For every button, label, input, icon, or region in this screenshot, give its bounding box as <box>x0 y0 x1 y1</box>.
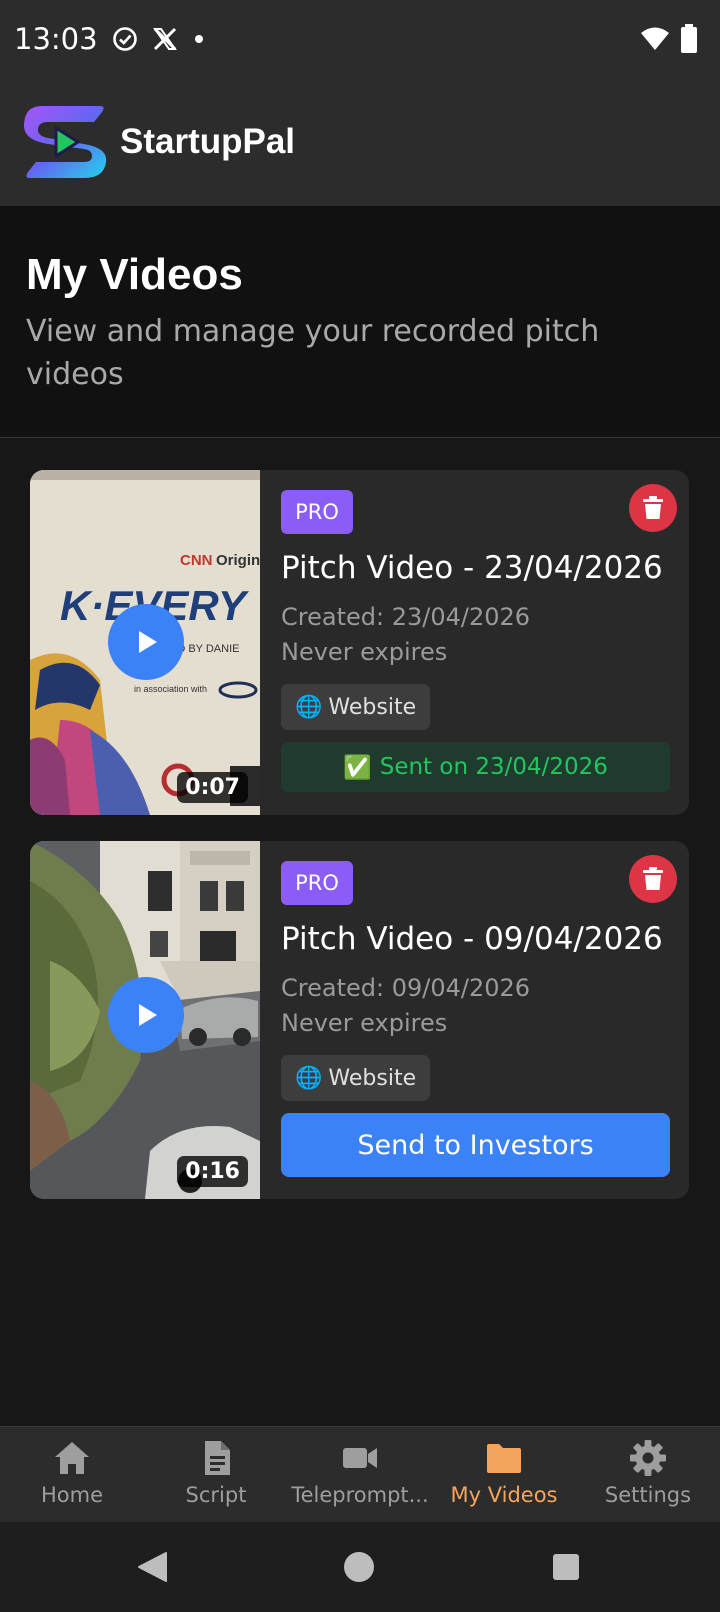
gear-icon <box>630 1440 666 1476</box>
dot-icon <box>195 35 203 43</box>
sent-status: ✅ Sent on 23/04/2026 <box>281 742 670 792</box>
svg-text:Origin: Origin <box>216 552 260 569</box>
globe-icon: 🌐 <box>295 1065 323 1091</box>
nav-item-script[interactable]: Script <box>144 1427 288 1522</box>
play-icon <box>139 631 157 653</box>
created-date: Created: 23/04/2026 <box>281 603 531 631</box>
video-title[interactable]: Pitch Video - 23/04/2026 <box>281 550 663 586</box>
card-body: PRO Pitch Video - 09/04/2026 Created: 09… <box>281 841 689 1199</box>
nav-label: Home <box>40 1483 103 1507</box>
delete-button[interactable] <box>629 855 677 903</box>
nav-item-my-videos[interactable]: My Videos <box>432 1427 576 1522</box>
video-thumbnail[interactable]: CNN Origin K·EVERY ED BY DANIE in associ… <box>30 470 260 815</box>
expiry-status: Never expires <box>281 1009 448 1037</box>
video-card: CNN Origin K·EVERY ED BY DANIE in associ… <box>30 470 689 815</box>
play-button[interactable] <box>108 977 184 1053</box>
home-icon <box>55 1442 89 1474</box>
pro-badge: PRO <box>281 861 353 905</box>
x-logo-icon <box>153 27 177 51</box>
play-button[interactable] <box>108 604 184 680</box>
svg-text:CNN: CNN <box>180 552 213 569</box>
app-header: StartupPal <box>0 84 720 206</box>
source-chip: 🌐 Website <box>281 1055 431 1101</box>
nav-label: Teleprompt... <box>291 1483 429 1507</box>
home-circle-icon[interactable] <box>343 1551 375 1583</box>
folder-icon <box>487 1444 521 1473</box>
status-icons-right <box>640 24 698 54</box>
video-thumbnail[interactable]: 0:16 <box>30 841 260 1199</box>
video-card: 0:16 PRO Pitch Video - 09/04/2026 Create… <box>30 841 689 1199</box>
page-header: My Videos View and manage your recorded … <box>0 206 720 438</box>
source-label: Website <box>328 1065 417 1091</box>
battery-icon <box>681 24 697 53</box>
card-body: PRO Pitch Video - 23/04/2026 Created: 23… <box>281 470 689 815</box>
status-bar: 13:03 <box>0 0 720 84</box>
video-camera-icon <box>343 1448 377 1468</box>
play-icon <box>139 1004 157 1026</box>
nav-label: Settings <box>604 1483 692 1507</box>
video-title[interactable]: Pitch Video - 09/04/2026 <box>281 921 663 957</box>
created-date: Created: 09/04/2026 <box>281 974 531 1002</box>
send-to-investors-button[interactable]: Send to Investors <box>281 1113 670 1177</box>
svg-text:in association with: in association with <box>134 684 207 694</box>
document-icon <box>205 1441 230 1475</box>
status-icons-left <box>112 26 206 52</box>
source-label: Website <box>328 694 417 720</box>
delete-button[interactable] <box>629 484 677 532</box>
trash-icon <box>643 867 663 890</box>
source-chip: 🌐 Website <box>281 684 431 730</box>
check-mark-icon: ✅ <box>343 754 372 781</box>
page-subtitle: View and manage your recorded pitch vide… <box>26 314 600 392</box>
nav-item-home[interactable]: Home <box>0 1427 144 1522</box>
startuppal-logo-icon <box>24 106 107 178</box>
pro-badge: PRO <box>281 490 353 534</box>
wifi-icon <box>641 27 669 50</box>
nav-item-teleprompter[interactable]: Teleprompt... <box>288 1427 432 1522</box>
bottom-nav: Home Script Teleprompt... My Videos Sett… <box>0 1426 720 1522</box>
sent-status-label: Sent on 23/04/2026 <box>379 754 608 780</box>
status-time: 13:03 <box>14 22 98 56</box>
nav-label: My Videos <box>450 1483 558 1507</box>
video-duration: 0:07 <box>177 772 248 803</box>
video-duration: 0:16 <box>177 1156 248 1187</box>
check-circle-icon <box>113 27 137 51</box>
nav-item-settings[interactable]: Settings <box>576 1427 720 1522</box>
trash-icon <box>643 496 663 519</box>
nav-label: Script <box>185 1483 247 1507</box>
expiry-status: Never expires <box>281 638 448 666</box>
page-title: My Videos <box>26 250 243 299</box>
globe-icon: 🌐 <box>295 694 323 720</box>
back-icon[interactable] <box>136 1551 168 1583</box>
app-title: StartupPal <box>120 122 296 161</box>
system-nav-bar <box>0 1522 720 1612</box>
recents-icon[interactable] <box>552 1553 580 1581</box>
